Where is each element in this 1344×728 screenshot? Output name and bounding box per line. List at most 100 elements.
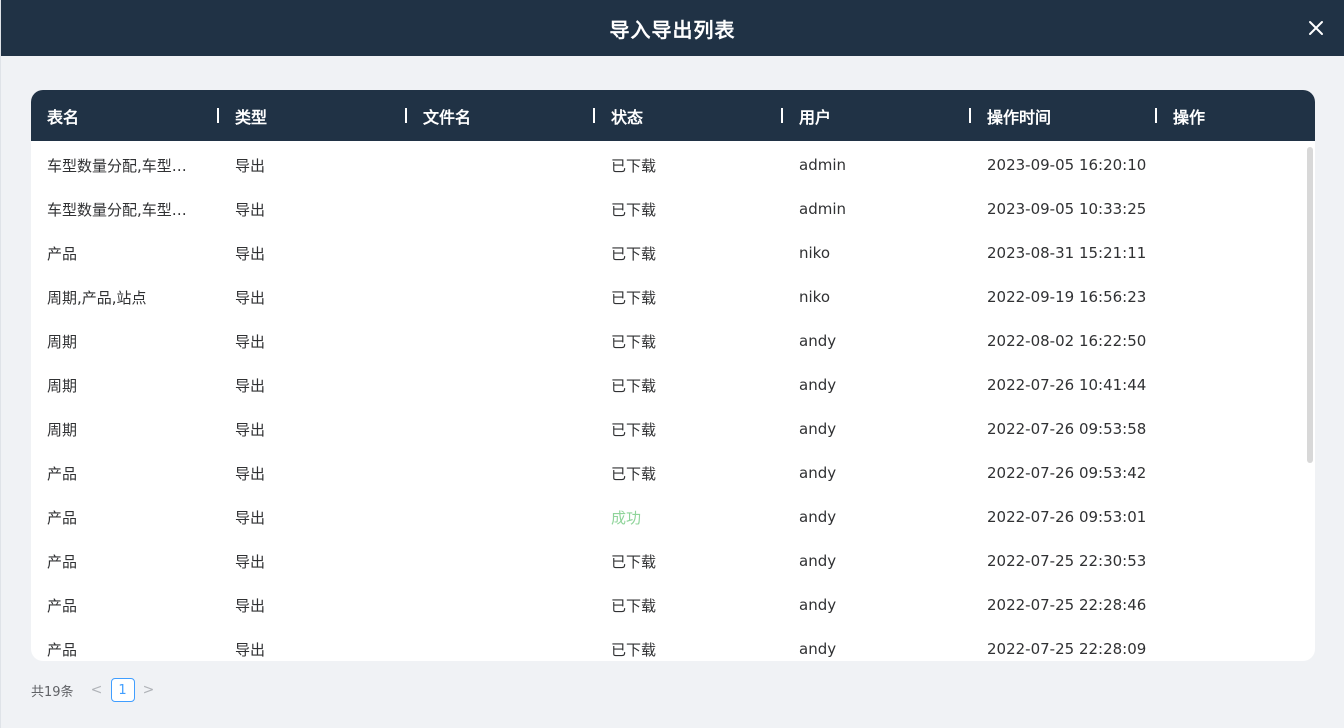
cell-actions [1157,407,1315,451]
dialog-title: 导入导出列表 [609,17,736,42]
cell-user: admin [799,156,846,174]
table-row[interactable]: 周期 导出 已下载 andy 2022-08-02 16:22:50 [31,319,1315,363]
close-button[interactable] [1302,14,1330,42]
table-row[interactable]: 产品 导出 已下载 andy 2022-07-25 22:28:09 [31,627,1315,661]
cell-actions [1157,275,1315,319]
cell-user: andy [799,332,837,350]
cell-status: 成功 [611,508,642,527]
data-table: 表名 类型 文件名 状态 用户 操作时间 操作 车型数量分配,车型… 导出 已下载 a… [31,90,1315,661]
cell-status: 已下载 [611,288,657,307]
cell-status: 已下载 [611,464,657,483]
column-header-file-name[interactable]: 文件名 [407,90,595,141]
pagination: 共19条 < 1 > [31,678,160,702]
table-row[interactable]: 产品 导出 已下载 andy 2022-07-25 22:30:53 [31,539,1315,583]
dialog-header: 导入导出列表 [1,0,1344,56]
cell-user: andy [799,376,837,394]
vertical-scrollbar[interactable] [1307,147,1313,463]
column-header-operation-time[interactable]: 操作时间 [971,90,1157,141]
chevron-left-icon[interactable]: < [86,682,108,698]
column-header-status[interactable]: 状态 [595,90,783,141]
cell-operation-time: 2023-09-05 16:20:10 [987,156,1147,174]
cell-status: 已下载 [611,244,657,263]
table-row[interactable]: 周期,产品,站点 导出 已下载 niko 2022-09-19 16:56:23 [31,275,1315,319]
cell-actions [1157,363,1315,407]
cell-status: 已下载 [611,376,657,395]
column-header-user[interactable]: 用户 [783,90,971,141]
cell-operation-time: 2022-07-26 10:41:44 [987,376,1147,394]
cell-type: 导出 [235,288,266,307]
cell-status: 已下载 [611,596,657,615]
cell-operation-time: 2022-07-26 09:53:01 [987,508,1147,526]
cell-user: andy [799,596,837,614]
cell-type: 导出 [235,596,266,615]
cell-table-name: 产品 [47,508,78,527]
cell-file-name [407,407,595,451]
cell-user: andy [799,464,837,482]
cell-user: niko [799,288,831,306]
cell-table-name: 产品 [47,464,78,483]
cell-table-name: 车型数量分配,车型… [47,156,187,175]
chevron-right-icon[interactable]: > [138,682,160,698]
cell-file-name [407,583,595,627]
cell-operation-time: 2023-09-05 10:33:25 [987,200,1147,218]
page-number-button[interactable]: 1 [110,678,135,702]
cell-user: andy [799,420,837,438]
cell-table-name: 产品 [47,552,78,571]
cell-operation-time: 2022-08-02 16:22:50 [987,332,1147,350]
cell-type: 导出 [235,332,266,351]
table-header: 表名 类型 文件名 状态 用户 操作时间 操作 [31,90,1315,141]
cell-status: 已下载 [611,552,657,571]
cell-actions [1157,451,1315,495]
cell-operation-time: 2022-09-19 16:56:23 [987,288,1147,306]
table-row[interactable]: 产品 导出 已下载 andy 2022-07-26 09:53:42 [31,451,1315,495]
table-row[interactable]: 车型数量分配,车型… 导出 已下载 admin 2023-09-05 10:33:25 [31,187,1315,231]
cell-type: 导出 [235,156,266,175]
cell-user: andy [799,508,837,526]
cell-user: niko [799,244,831,262]
cell-file-name [407,143,595,187]
cell-type: 导出 [235,508,266,527]
table-row[interactable]: 产品 导出 成功 andy 2022-07-26 09:53:01 [31,495,1315,539]
cell-table-name: 车型数量分配,车型… [47,200,187,219]
cell-type: 导出 [235,420,266,439]
cell-actions [1157,143,1315,187]
column-header-table-name[interactable]: 表名 [31,90,219,141]
cell-file-name [407,231,595,275]
cell-file-name [407,187,595,231]
cell-table-name: 产品 [47,244,78,263]
cell-type: 导出 [235,244,266,263]
table-row[interactable]: 产品 导出 已下载 andy 2022-07-25 22:28:46 [31,583,1315,627]
cell-actions [1157,539,1315,583]
column-header-actions[interactable]: 操作 [1157,90,1315,141]
cell-actions [1157,231,1315,275]
cell-user: andy [799,552,837,570]
cell-actions [1157,319,1315,363]
table-row[interactable]: 周期 导出 已下载 andy 2022-07-26 09:53:58 [31,407,1315,451]
cell-table-name: 周期 [47,332,78,351]
cell-operation-time: 2022-07-25 22:30:53 [987,552,1147,570]
cell-file-name [407,495,595,539]
cell-status: 已下载 [611,332,657,351]
cell-user: admin [799,200,846,218]
cell-type: 导出 [235,376,266,395]
cell-table-name: 产品 [47,596,78,615]
cell-operation-time: 2022-07-25 22:28:09 [987,640,1147,658]
cell-operation-time: 2022-07-26 09:53:58 [987,420,1147,438]
cell-file-name [407,627,595,661]
table-row[interactable]: 产品 导出 已下载 niko 2023-08-31 15:21:11 [31,231,1315,275]
table-body[interactable]: 车型数量分配,车型… 导出 已下载 admin 2023-09-05 16:20:10 车… [31,141,1315,661]
cell-actions [1157,583,1315,627]
cell-status: 已下载 [611,420,657,439]
close-icon [1309,21,1323,35]
table-row[interactable]: 周期 导出 已下载 andy 2022-07-26 10:41:44 [31,363,1315,407]
cell-status: 已下载 [611,640,657,659]
cell-user: andy [799,640,837,658]
cell-file-name [407,451,595,495]
cell-type: 导出 [235,552,266,571]
table-row[interactable]: 车型数量分配,车型… 导出 已下载 admin 2023-09-05 16:20:10 [31,143,1315,187]
cell-file-name [407,539,595,583]
cell-operation-time: 2022-07-26 09:53:42 [987,464,1147,482]
column-header-type[interactable]: 类型 [219,90,407,141]
cell-file-name [407,319,595,363]
import-export-dialog: 导入导出列表 表名 类型 文件名 状态 用户 操作时间 操作 车型数量分配,车型… [1,0,1344,728]
